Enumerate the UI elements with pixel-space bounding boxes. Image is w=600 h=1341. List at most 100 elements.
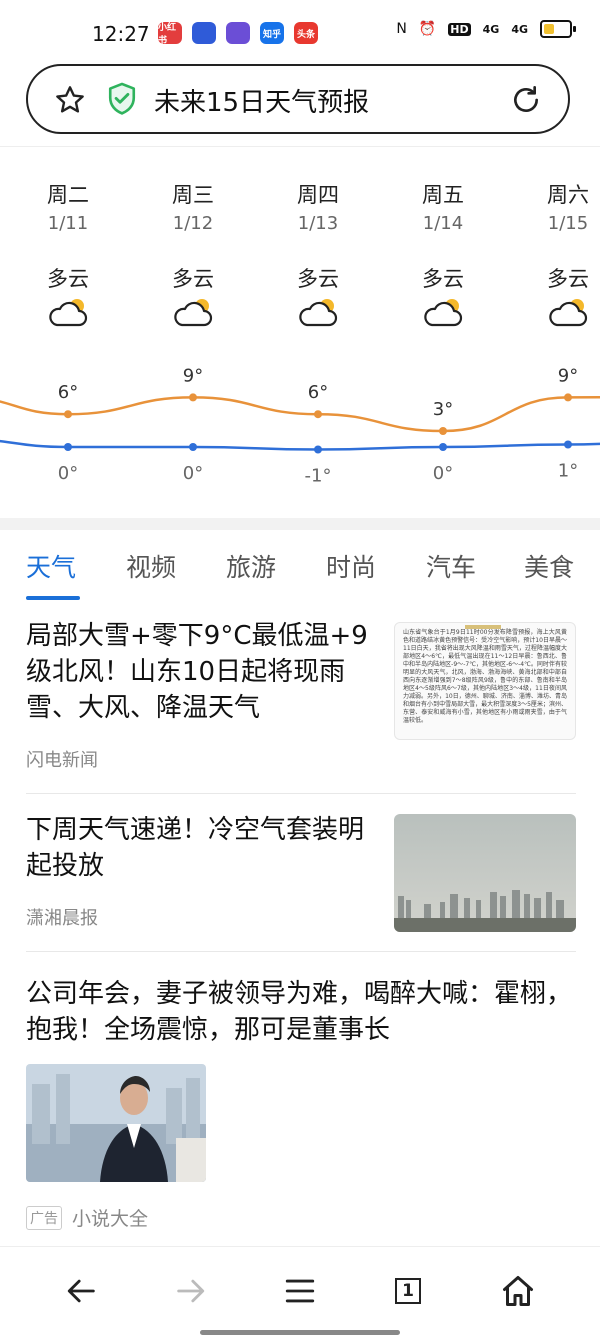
tab-item[interactable]: 天气 bbox=[26, 548, 76, 584]
active-tab-indicator bbox=[26, 596, 80, 600]
tab-item[interactable]: 汽车 bbox=[426, 548, 476, 584]
day-date: 1/15 bbox=[547, 213, 589, 234]
day-date: 1/14 bbox=[422, 213, 464, 234]
low-temp-label: 0° bbox=[183, 463, 203, 484]
arrow-left-icon bbox=[67, 1279, 95, 1303]
cloudy-icon bbox=[547, 295, 589, 333]
day-name: 周三 bbox=[172, 183, 214, 207]
day-date: 1/11 bbox=[47, 213, 89, 234]
forecast-strip[interactable]: 6° 9° 6° 3° 9° 0° 0° -1° 0° 1° 周二 1/11 多云 周三 1/12 多云 周四… bbox=[0, 146, 600, 519]
status-indicators: N ⏰ HD 4G 4G bbox=[396, 20, 576, 38]
forecast-day[interactable]: 周五 1/14 多云 bbox=[398, 147, 488, 347]
high-temp-point bbox=[64, 410, 72, 419]
low-temp-point bbox=[64, 443, 72, 451]
ad-source: 小说大全 bbox=[72, 1208, 149, 1230]
high-temp-label: 6° bbox=[58, 382, 78, 403]
forecast-day[interactable]: 周四 1/13 多云 bbox=[273, 147, 363, 347]
low-temp-label: -1° bbox=[305, 466, 332, 487]
high-temp-label: 6° bbox=[308, 382, 328, 403]
day-name: 周五 bbox=[422, 183, 464, 207]
ad-image[interactable] bbox=[26, 1064, 206, 1182]
day-name: 周二 bbox=[47, 183, 89, 207]
home-indicator[interactable] bbox=[200, 1330, 400, 1335]
bottom-toolbar: 1 bbox=[0, 1246, 600, 1341]
baidu-icon bbox=[192, 22, 216, 44]
news-thumbnail[interactable]: 山东省气象台于1月9日11时00分发布降雪预报，海上大风黄色和道路结冰黄色预警信… bbox=[394, 622, 576, 740]
forecast-day[interactable]: 周六 1/15 多云 bbox=[523, 147, 600, 347]
home-icon bbox=[503, 1276, 533, 1306]
cloudy-icon bbox=[47, 295, 89, 333]
menu-icon bbox=[285, 1279, 315, 1303]
cloudy-icon bbox=[297, 295, 339, 333]
zhihu-icon: 知乎 bbox=[260, 22, 284, 44]
low-temp-point bbox=[314, 445, 322, 454]
day-condition: 多云 bbox=[172, 267, 214, 291]
low-temp-line bbox=[0, 439, 600, 451]
signal-icon-2: 4G bbox=[511, 22, 528, 36]
news-source: 闪电新闻 bbox=[26, 750, 98, 771]
cloudy-icon bbox=[422, 295, 464, 333]
high-temp-point bbox=[564, 393, 572, 402]
forecast-day[interactable]: 周三 1/12 多云 bbox=[148, 147, 238, 347]
thumbnail-stamp bbox=[465, 625, 501, 629]
cloudy-icon bbox=[172, 295, 214, 333]
forward-button[interactable] bbox=[170, 1271, 210, 1311]
category-tabs: 天气 视频 旅游 时尚 汽车 美食 bbox=[0, 530, 600, 602]
low-temp-label: 1° bbox=[558, 461, 578, 482]
tab-item[interactable]: 视频 bbox=[126, 548, 176, 584]
tabs-button[interactable]: 1 bbox=[388, 1271, 428, 1311]
section-divider bbox=[0, 518, 600, 530]
high-temp-point bbox=[189, 393, 197, 402]
ad-title[interactable]: 公司年会，妻子被领导为难，喝醉大喊：霍栩，抱我！全场震惊，那可是董事长 bbox=[26, 976, 576, 1048]
back-button[interactable] bbox=[62, 1271, 102, 1311]
signal-icon-1: 4G bbox=[482, 22, 500, 36]
ad-badge: 广告 bbox=[26, 1205, 62, 1230]
day-condition: 多云 bbox=[297, 267, 339, 291]
day-condition: 多云 bbox=[547, 267, 589, 291]
news-title[interactable]: 局部大雪+零下9°C最低温+9级北风！山东10日起将现雨雪、大风、降温天气 bbox=[26, 618, 382, 726]
day-name: 周四 bbox=[297, 183, 339, 207]
tab-item[interactable]: 旅游 bbox=[226, 548, 276, 584]
news-thumbnail[interactable] bbox=[394, 814, 576, 932]
tab-item[interactable]: 时尚 bbox=[326, 548, 376, 584]
status-time: 12:27 bbox=[92, 22, 150, 46]
battery-icon bbox=[540, 20, 576, 38]
alarm-icon: ⏰ bbox=[418, 21, 437, 37]
high-temp-label: 9° bbox=[183, 365, 203, 386]
low-temp-point bbox=[439, 443, 447, 451]
tab-count: 1 bbox=[395, 1278, 421, 1304]
page-title[interactable]: 未来15日天气预报 bbox=[154, 82, 369, 119]
high-temp-point bbox=[439, 427, 447, 435]
divider bbox=[26, 793, 576, 794]
star-icon[interactable] bbox=[54, 84, 86, 116]
address-bar[interactable]: 未来15日天气预报 bbox=[26, 64, 570, 134]
divider bbox=[26, 951, 576, 952]
low-temp-point bbox=[564, 440, 572, 449]
day-condition: 多云 bbox=[47, 267, 89, 291]
high-temp-line bbox=[0, 395, 600, 433]
news-source: 潇湘晨报 bbox=[26, 908, 98, 929]
notification-app-icons: 小红书 知乎 头条 bbox=[158, 22, 318, 46]
shield-check-icon bbox=[108, 82, 136, 115]
temperature-chart: 6° 9° 6° 3° 9° 0° 0° -1° 0° 1° bbox=[0, 365, 600, 487]
tab-item[interactable]: 美食 bbox=[524, 548, 574, 584]
news-item[interactable]: 下周天气速递！冷空气套装明起投放 潇湘晨报 bbox=[26, 812, 576, 936]
app-purple-icon bbox=[226, 22, 250, 44]
low-temp-point bbox=[189, 443, 197, 451]
hd-icon: HD bbox=[448, 22, 471, 36]
low-temp-label: 0° bbox=[433, 463, 453, 484]
thumbnail-text: 山东省气象台于1月9日11时00分发布降雪预报，海上大风黄色和道路结冰黄色预警信… bbox=[403, 629, 567, 724]
refresh-icon[interactable] bbox=[510, 84, 542, 116]
day-name: 周六 bbox=[547, 183, 589, 207]
city-skyline-image bbox=[394, 814, 576, 932]
low-temp-label: 0° bbox=[58, 463, 78, 484]
home-button[interactable] bbox=[498, 1271, 538, 1311]
news-item[interactable]: 局部大雪+零下9°C最低温+9级北风！山东10日起将现雨雪、大风、降温天气 闪电… bbox=[26, 618, 576, 778]
news-title[interactable]: 下周天气速递！冷空气套装明起投放 bbox=[26, 812, 382, 884]
day-date: 1/12 bbox=[172, 213, 214, 234]
ad-photo bbox=[26, 1064, 206, 1182]
forecast-day[interactable]: 周二 1/11 多云 bbox=[23, 147, 113, 347]
ad-item[interactable]: 公司年会，妻子被领导为难，喝醉大喊：霍栩，抱我！全场震惊，那可是董事长 广告 小… bbox=[26, 976, 576, 1236]
high-temp-label: 3° bbox=[433, 399, 453, 420]
menu-button[interactable] bbox=[280, 1271, 320, 1311]
